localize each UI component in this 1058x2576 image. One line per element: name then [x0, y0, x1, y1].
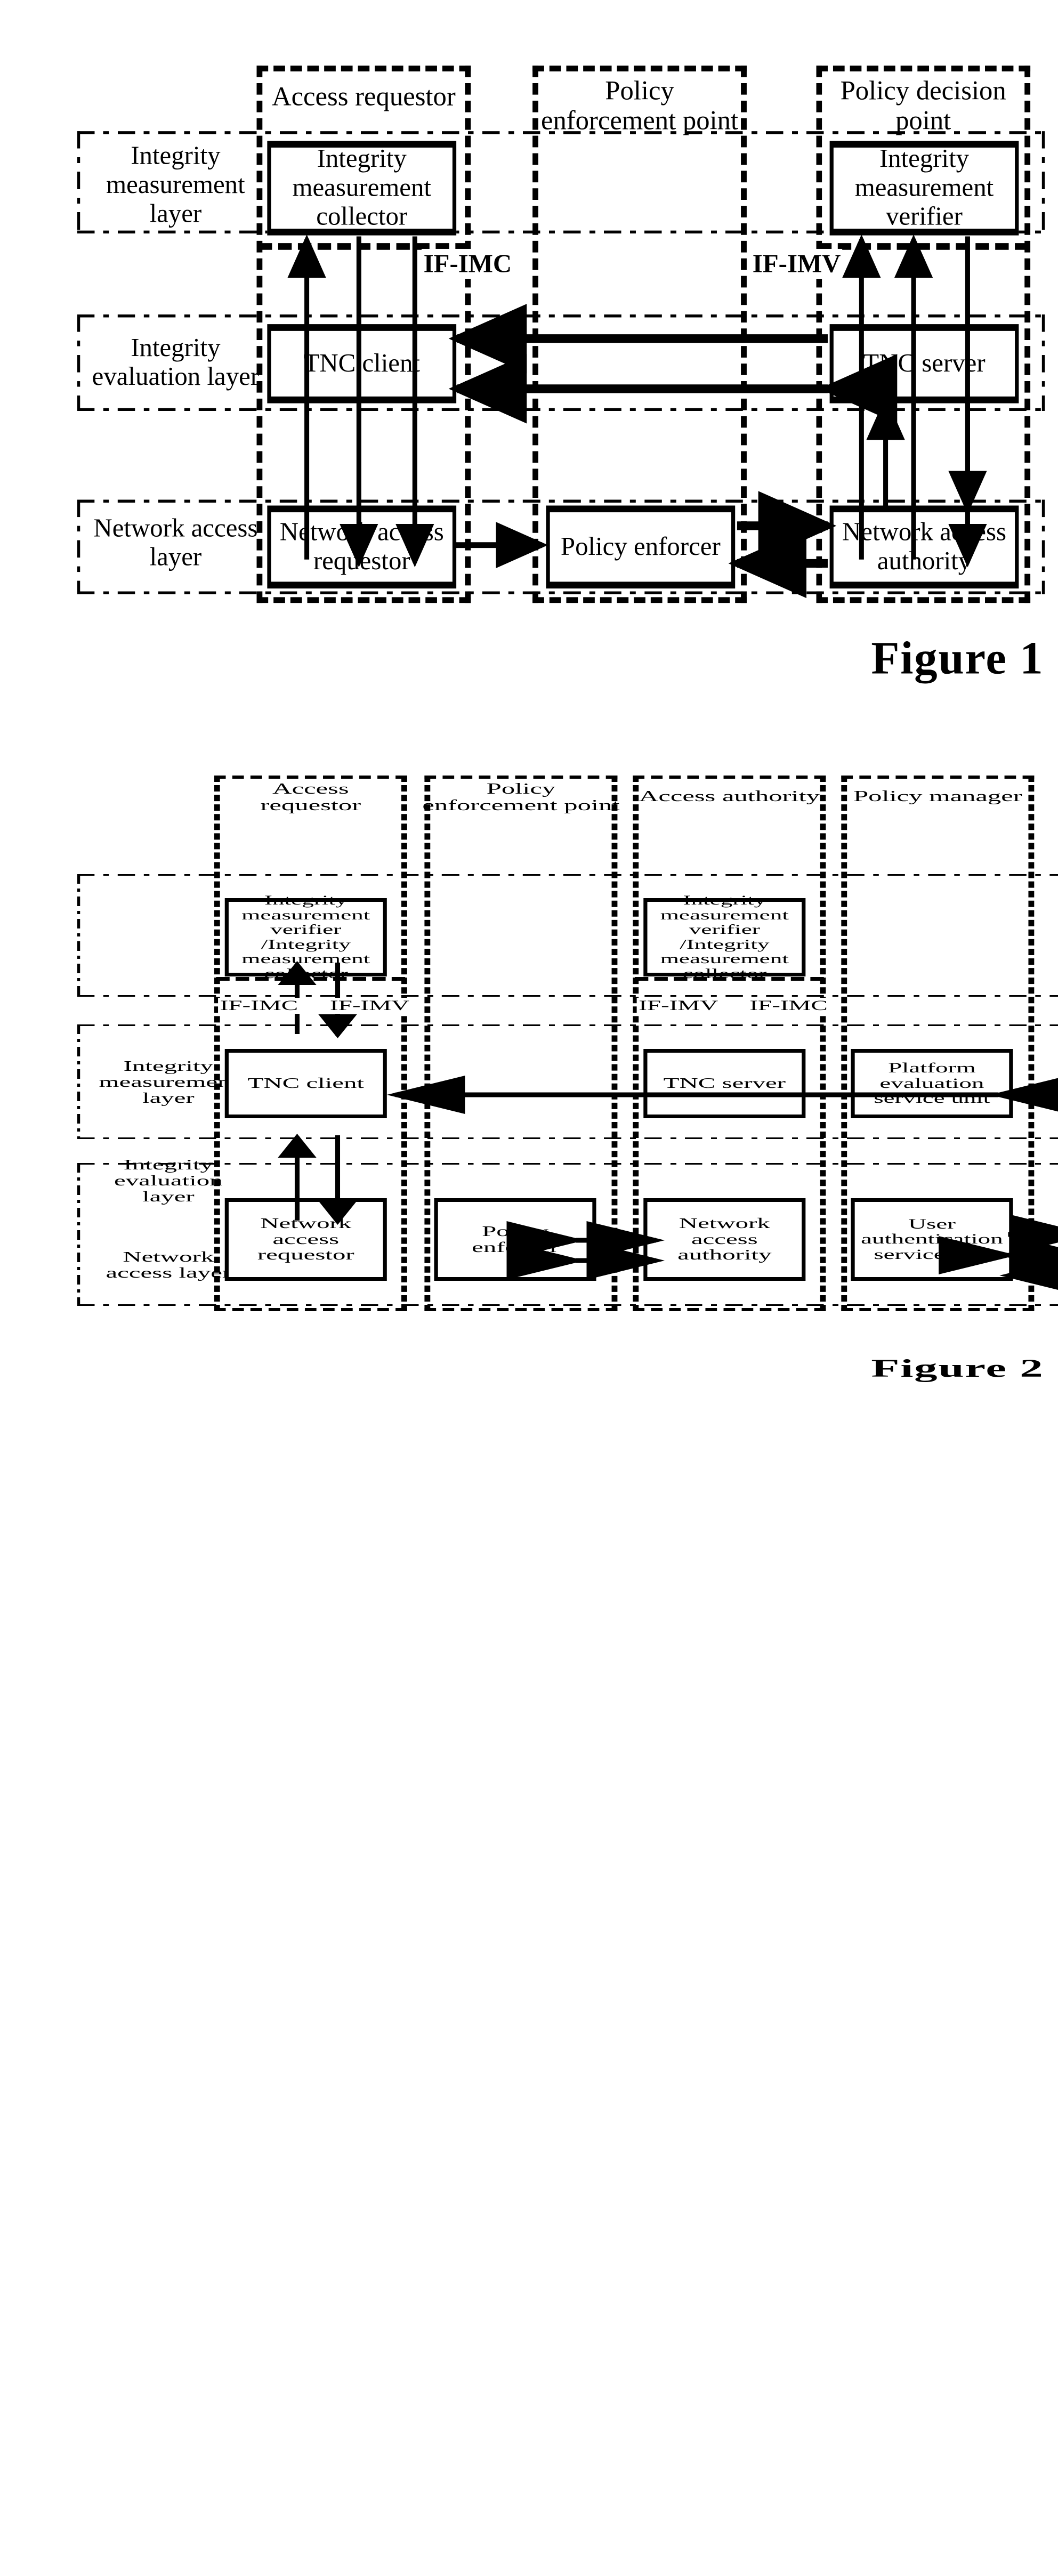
fig1-box-integrity-measurement-collector: Integrity measurement collector: [267, 141, 457, 236]
fig1-dash-under-imv: [818, 243, 1029, 250]
fig2-label-aa-if-imv: IF-IMV: [636, 998, 720, 1014]
fig2-box-tnc-client: TNC client: [224, 1049, 387, 1118]
fig1-label-integrity-measurement-layer: Integrity measurement layer: [106, 141, 245, 229]
fig2-box-network-access-authority: Network access authority: [643, 1198, 806, 1281]
fig2-box-aa-imv-imc: Integrity measurement verifier /Integrit…: [643, 893, 806, 981]
fig2-title-access-authority: Access authority: [639, 788, 820, 805]
fig2-label-aa-if-imc: IF-IMC: [747, 998, 830, 1014]
fig1-title-access-requestor: Access requestor: [271, 82, 456, 112]
fig2-title-access-requestor: Access requestor: [260, 781, 361, 814]
fig1-box-tnc-client: TNC client: [267, 324, 457, 403]
fig1-label-if-imc: IF-IMC: [421, 248, 514, 279]
fig2-label-ar-if-imc: IF-IMC: [218, 998, 300, 1014]
fig2-box-tnc-server: TNC server: [643, 1049, 806, 1118]
fig1-label-network-access-layer: Network access layer: [93, 513, 258, 571]
fig1-box-integrity-measurement-verifier: Integrity measurement verifier: [829, 141, 1019, 236]
fig2-title-policy-enforcement-point: Policy enforcement point: [422, 781, 620, 814]
fig1-box-network-access-authority: Network access authority: [829, 505, 1019, 589]
fig2-box-platform-evaluation-service-unit: Platform evaluation service unit: [851, 1049, 1013, 1118]
fig2-title-policy-manager: Policy manager: [853, 788, 1022, 805]
fig1-title-policy-decision-point: Policy decision point: [840, 76, 1006, 136]
fig1-box-policy-enforcer: Policy enforcer: [546, 505, 736, 589]
fig1-box-tnc-server: TNC server: [829, 324, 1019, 403]
fig2-caption: Figure 2: [871, 1354, 1044, 1383]
fig1-title-policy-enforcement-point: Policy enforcement point: [540, 76, 739, 136]
fig2-box-user-authentication-service-unit: User authentication service unit: [851, 1198, 1013, 1281]
fig2-box-network-access-requestor: Network access requestor: [224, 1198, 387, 1281]
fig2-box-ar-imv-imc: Integrity measurement verifier /Integrit…: [224, 893, 387, 981]
fig2-label-ar-if-imv: IF-IMV: [328, 998, 411, 1014]
fig1-caption: Figure 1: [871, 633, 1044, 684]
fig1-box-network-access-requestor: Network access requestor: [267, 505, 457, 589]
fig1-label-integrity-evaluation-layer: Integrity evaluation layer: [92, 333, 260, 391]
fig1-label-if-imv: IF-IMV: [750, 248, 843, 279]
fig2-box-policy-enforcer: Policy enforcer: [434, 1198, 596, 1281]
